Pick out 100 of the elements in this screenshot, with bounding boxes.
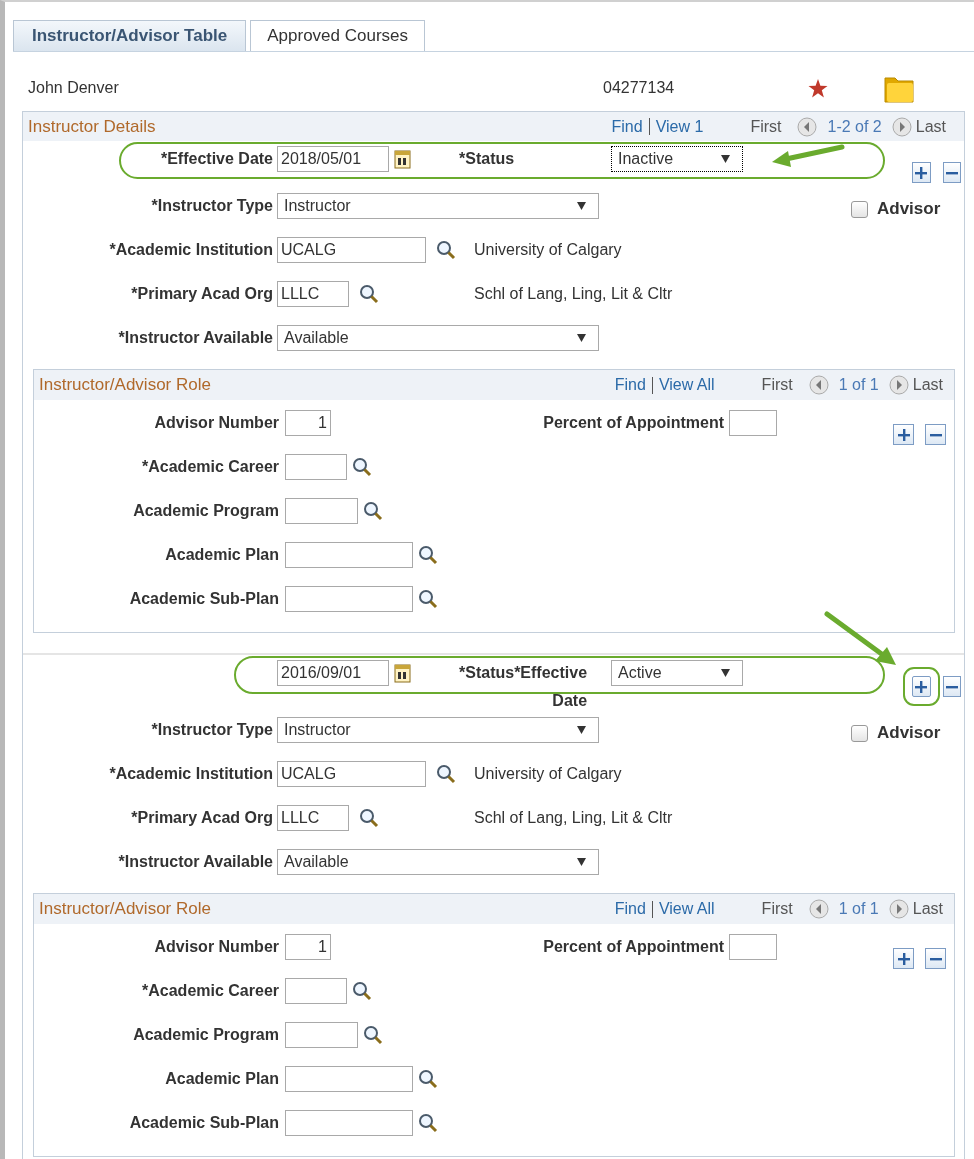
date-field[interactable]: 2016/09/01 — [277, 660, 389, 686]
field-label: *Instructor Available — [117, 852, 273, 872]
field-label: Academic Program — [132, 1025, 279, 1045]
remove-row-button[interactable] — [942, 162, 961, 183]
search-icon[interactable] — [363, 501, 383, 521]
search-icon[interactable] — [436, 240, 456, 260]
view-link[interactable]: View 1 — [655, 117, 704, 136]
caret-icon — [577, 202, 586, 210]
tab[interactable]: Instructor/Advisor Table — [13, 20, 247, 51]
next-icon[interactable] — [888, 375, 909, 395]
field-label: Percent of Appointment — [542, 938, 724, 956]
view-link[interactable]: View All — [658, 900, 715, 918]
checkbox[interactable] — [851, 200, 868, 218]
field-label: Percent of Appointment — [542, 414, 724, 432]
status-dropdown[interactable]: Active — [611, 660, 743, 686]
field-label: Academic Sub-Plan — [128, 589, 279, 609]
input-field[interactable]: LLLC — [277, 805, 349, 831]
field-description: University of Calgary — [474, 241, 622, 259]
section-title: Instructor/Advisor Role — [39, 899, 212, 919]
field-label: *Academic Institution — [108, 240, 273, 260]
field-label: Academic Plan — [164, 1069, 279, 1089]
tab[interactable]: Approved Courses — [250, 20, 426, 51]
plus-icon — [915, 166, 928, 179]
next-icon[interactable] — [888, 899, 909, 919]
field-label: *Instructor Type — [150, 720, 273, 740]
field-label: Academic Program — [132, 501, 279, 521]
input-field[interactable] — [285, 1022, 358, 1048]
dropdown[interactable]: Instructor — [277, 717, 599, 743]
search-icon[interactable] — [352, 981, 372, 1001]
page-range: 1 of 1 — [838, 900, 879, 918]
view-link[interactable]: View All — [658, 376, 715, 394]
caret-icon — [577, 858, 586, 866]
next-icon[interactable] — [891, 116, 912, 137]
input-field[interactable] — [729, 410, 777, 436]
field-label: *Academic Career — [141, 981, 279, 1001]
input-field[interactable]: LLLC — [277, 281, 349, 307]
input-field[interactable] — [285, 498, 358, 524]
plus-icon — [897, 428, 910, 441]
person-name: John Denver — [28, 79, 120, 97]
section-title: Instructor Details — [28, 116, 157, 137]
input-field[interactable]: UCALG — [277, 237, 426, 263]
field-label: *Academic Career — [141, 457, 279, 477]
person-id: 04277134 — [603, 79, 676, 97]
status-dropdown[interactable]: Inactive — [611, 146, 743, 172]
add-row-button[interactable] — [893, 948, 914, 969]
search-icon[interactable] — [359, 808, 379, 828]
field-label: *Effective Date — [159, 149, 273, 169]
input-field[interactable] — [285, 586, 413, 612]
field-label: Advisor Number — [153, 413, 279, 433]
input-field[interactable] — [285, 542, 413, 568]
input-field[interactable]: 1 — [285, 410, 331, 436]
page-range: 1-2 of 2 — [827, 117, 882, 136]
first-label: First — [750, 117, 782, 136]
input-field[interactable] — [285, 454, 347, 480]
search-icon[interactable] — [418, 1113, 438, 1133]
field-description: University of Calgary — [474, 765, 622, 783]
input-field[interactable] — [285, 978, 347, 1004]
search-icon[interactable] — [352, 457, 372, 477]
field-label: Academic Sub-Plan — [128, 1113, 279, 1133]
calendar-icon[interactable] — [394, 149, 411, 169]
dropdown[interactable]: Available — [277, 325, 599, 351]
remove-row-button[interactable] — [925, 424, 946, 445]
input-field[interactable] — [285, 1066, 413, 1092]
field-description: Schl of Lang, Ling, Lit & Cltr — [474, 285, 673, 303]
dropdown[interactable]: Instructor — [277, 193, 599, 219]
input-field[interactable]: UCALG — [277, 761, 426, 787]
last-label: Last — [912, 376, 943, 394]
date-field[interactable]: 2018/05/01 — [277, 146, 389, 172]
find-link[interactable]: Find — [614, 900, 646, 918]
field-label: *Effective Date — [514, 663, 588, 711]
add-row-button[interactable] — [893, 424, 914, 445]
star-icon[interactable] — [808, 78, 828, 98]
input-field[interactable] — [729, 934, 777, 960]
find-link[interactable]: Find — [611, 117, 643, 136]
remove-row-button[interactable] — [942, 676, 961, 697]
section-title: Instructor/Advisor Role — [39, 375, 212, 395]
page-range: 1 of 1 — [838, 376, 879, 394]
previous-icon[interactable] — [797, 116, 818, 137]
input-field[interactable]: 1 — [285, 934, 331, 960]
previous-icon[interactable] — [808, 375, 829, 395]
first-label: First — [761, 376, 793, 394]
last-label: Last — [912, 900, 943, 918]
search-icon[interactable] — [359, 284, 379, 304]
checkbox[interactable] — [851, 724, 868, 742]
search-icon[interactable] — [436, 764, 456, 784]
search-icon[interactable] — [418, 1069, 438, 1089]
input-field[interactable] — [285, 1110, 413, 1136]
last-label: Last — [915, 117, 946, 136]
plus-icon — [897, 952, 910, 965]
previous-icon[interactable] — [808, 899, 829, 919]
find-link[interactable]: Find — [614, 376, 646, 394]
remove-row-button[interactable] — [925, 948, 946, 969]
add-row-button[interactable] — [912, 162, 931, 183]
search-icon[interactable] — [363, 1025, 383, 1045]
field-label: *Instructor Available — [117, 328, 273, 348]
search-icon[interactable] — [418, 589, 438, 609]
calendar-icon[interactable] — [394, 663, 411, 683]
plus-icon — [915, 680, 928, 693]
dropdown[interactable]: Available — [277, 849, 599, 875]
search-icon[interactable] — [418, 545, 438, 565]
